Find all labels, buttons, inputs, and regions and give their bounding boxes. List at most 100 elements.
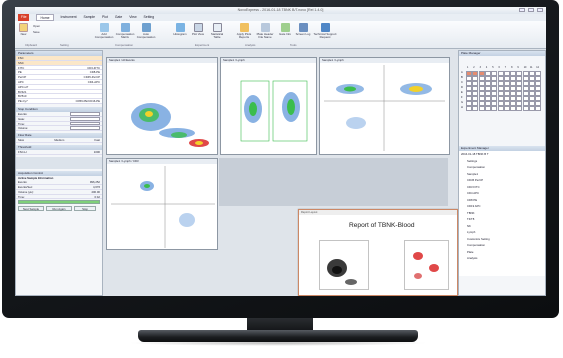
new-icon [19,23,28,32]
run-again-button[interactable]: Run Again [46,206,72,212]
flow-slow-radio[interactable]: Slow [18,138,24,142]
auto-icon [141,23,151,32]
stop-time-field[interactable] [70,121,100,126]
maximize-icon[interactable] [528,8,534,12]
plate-well[interactable] [484,106,491,111]
auto-compensation-button[interactable]: Auto Compensation [137,23,155,39]
plate-well[interactable] [472,106,479,111]
menu-file[interactable]: File [18,14,30,21]
left-panel: Parameters FSC SSC FITC CD3-FITC PE CD8-PE Per… [15,50,103,296]
plot-4[interactable]: Sample1 / Lymph / CD3 [106,158,218,250]
save-button[interactable]: Save [33,30,40,34]
plate-well[interactable] [497,106,504,111]
flow-rate-options: Slow Medium Fast [16,138,102,143]
plate-column-label: 2 [473,66,475,69]
plate-well[interactable] [516,106,523,111]
report-title: Report of TBNK-Blood [349,222,415,229]
parameter-row[interactable]: PE-Cy7 CD56-PE/CD16-PE [16,99,102,104]
table-icon [212,23,222,32]
menu-view[interactable]: View [129,14,136,21]
menu-bar: File Home Instrument Sample Plot Gate Vi… [15,14,546,21]
gate-info-button[interactable]: Gate Info [277,23,293,36]
apply-icon [239,23,249,32]
plate-manager-header: Plate Manager [459,51,545,56]
plate-column-label: 11 [530,66,533,69]
compensation-matrix-button[interactable]: Compensation Matrix [116,23,134,39]
plate-grid: A B C D E F G H 1 2 3 4 5 6 7 8 9 10 11 12 [459,66,545,126]
stop-volume-field[interactable] [70,126,100,131]
threshold-value[interactable]: 1000 [94,150,100,154]
flow-fast-radio[interactable]: Fast [95,138,100,142]
histogram-button[interactable]: Histogram [172,23,188,36]
menu-sample[interactable]: Sample [84,14,96,21]
new-button[interactable]: New [19,23,28,36]
app-screen: NovoExpress - 2016-01-18 TBNK B/T.novo [… [15,7,546,296]
plate-well[interactable] [466,106,472,111]
plate-column-label: 9 [517,66,519,69]
support-request-button[interactable]: Technical Support Request [313,23,337,39]
plot-1-dots [131,103,209,147]
plate-well[interactable] [491,106,498,111]
next-sample-button[interactable]: Next Sample [18,206,44,212]
menu-home[interactable]: Home [36,14,54,21]
plate-column-label: 4 [485,66,488,69]
plot-3[interactable]: Sample1 / Lymph [319,57,450,155]
threshold-channel[interactable]: FSC-H [18,150,27,154]
plate-well[interactable] [478,106,485,111]
group-compensation: Compensation [115,43,134,47]
gate-icon [280,23,290,32]
plate-row-label: A [461,71,463,74]
plate-column-label: 3 [479,66,481,69]
support-icon [320,23,330,32]
experiment-tree-item[interactable]: Analysis [459,255,545,262]
minimize-icon[interactable] [519,8,525,12]
plate-well[interactable] [535,106,542,111]
plate-header-button[interactable]: Plate Header File Name [255,23,275,39]
plate-well[interactable] [522,106,529,111]
plot-4-dots [111,166,215,248]
plot-2-dots [240,80,308,142]
plate-column-label: 6 [498,66,500,69]
monitor-base [138,330,418,342]
report-window[interactable]: Report Layout Report of TBNK-Blood [298,209,458,296]
log-icon [298,23,308,32]
stop-events-field[interactable] [70,111,100,116]
plate-column-label: 7 [504,66,507,69]
menu-setting[interactable]: Setting [144,14,155,21]
plate-row-label: G [461,101,464,104]
stop-button[interactable]: Stop [74,206,96,212]
screen-log-button[interactable]: Screen Log [295,23,311,36]
progress-fill [19,201,99,204]
flow-medium-radio[interactable]: Medium [54,138,64,142]
ribbon-toolbar: New Open Save Add Compensation Compensat… [15,21,546,49]
menu-gate[interactable]: Gate [115,14,122,21]
plate-column-label: 8 [511,66,513,69]
stop-volume-row: Volume: [16,126,102,132]
add-compensation-button[interactable]: Add Compensation [95,23,113,39]
plate-well[interactable] [529,106,535,111]
compensation-icon [99,23,109,32]
close-icon[interactable] [537,8,543,12]
plate-column-label: 12 [536,66,539,69]
plate-row-label: B [461,76,463,79]
menu-plot[interactable]: Plot [102,14,108,21]
apply-plots-button[interactable]: Apply Plots Reports [235,23,253,39]
group-setting: Setting [60,43,69,47]
open-button[interactable]: Open [33,24,40,28]
plate-well[interactable] [510,106,517,111]
plot-2[interactable]: Sample1 / Lymph [220,57,317,155]
group-tools: Tools [290,43,297,47]
window-title: NovoExpress - 2016-01-18 TBNK B/T.novo [… [237,8,324,12]
plate-row-label: F [461,96,463,99]
report-plot-left [319,240,369,290]
report-header: Report Layout [299,210,457,215]
plate-well[interactable] [503,106,510,111]
stop-gate-field[interactable] [70,116,100,121]
plate-row-label: C [461,81,463,84]
plot-1[interactable]: Sample1 / All Events [106,57,218,155]
window-titlebar: NovoExpress - 2016-01-18 TBNK B/T.novo [… [15,7,546,14]
plot-view-button[interactable]: Plot View [190,23,206,36]
menu-instrument[interactable]: Instrument [61,14,77,21]
group-clipboard: Clipboard [25,43,37,47]
statistical-table-button[interactable]: Statistical Table [208,23,226,39]
